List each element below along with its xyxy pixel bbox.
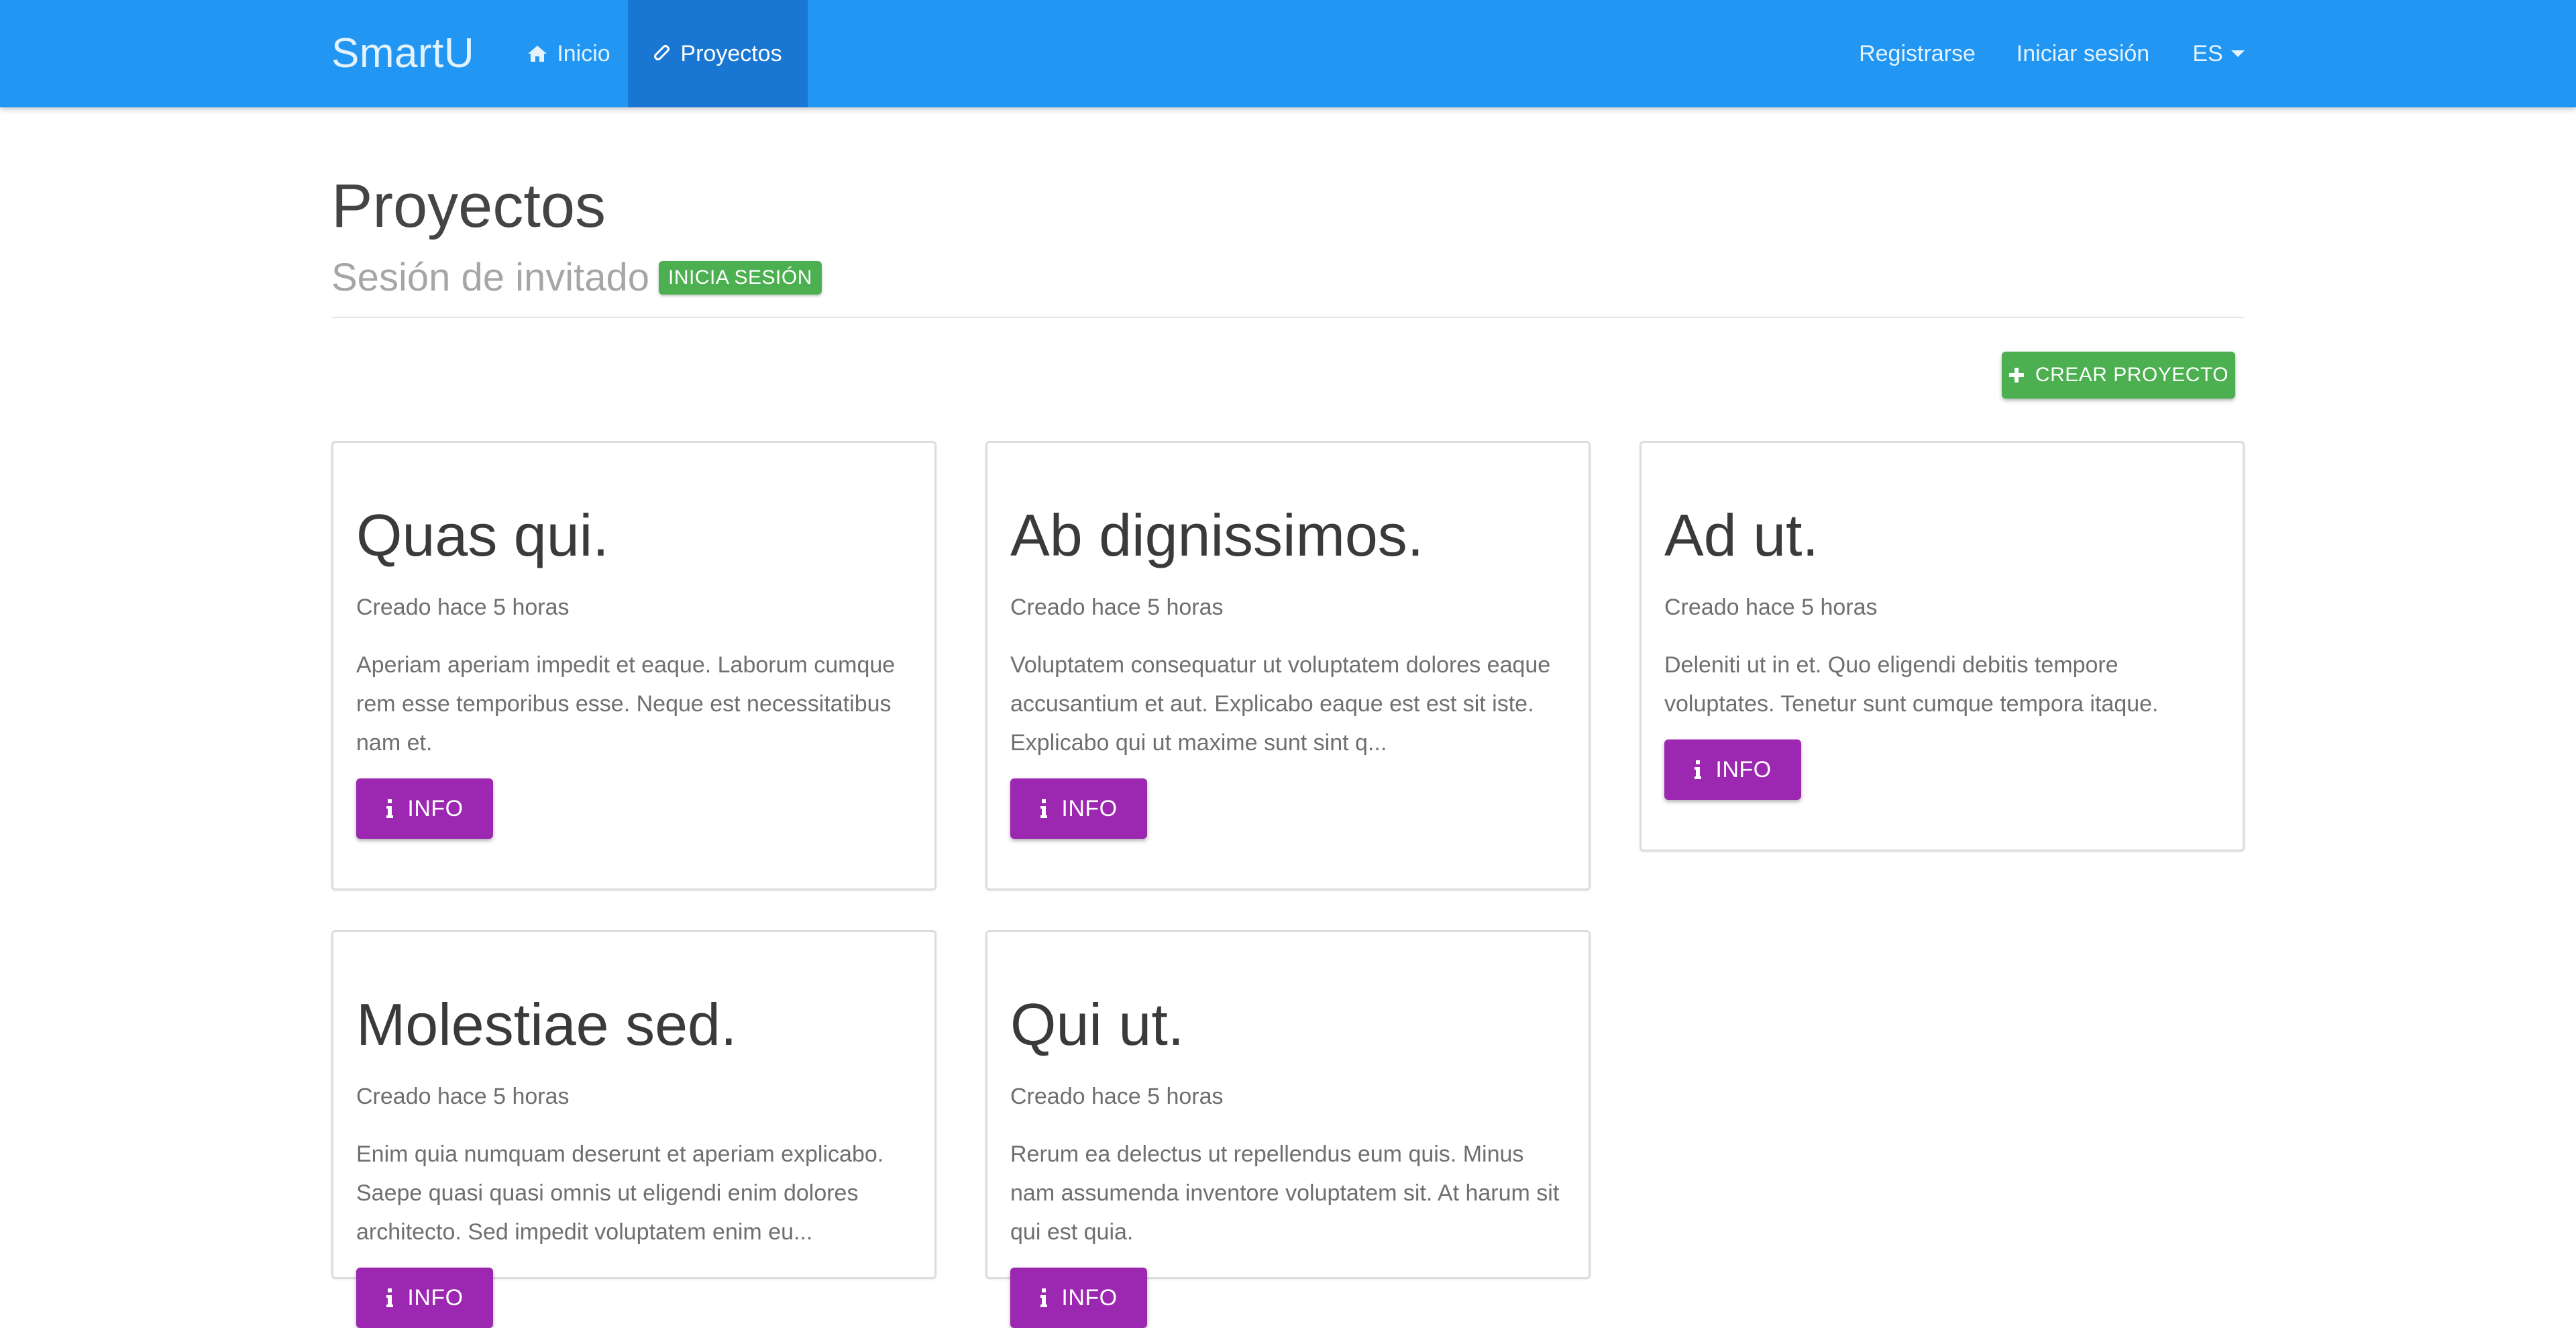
project-title: Ad ut. bbox=[1664, 502, 1819, 568]
create-project-button[interactable]: CREAR PROYECTO bbox=[2002, 352, 2235, 399]
project-info-button[interactable]: INFO bbox=[1010, 778, 1147, 839]
project-description: Voluptatem consequatur ut voluptatem dol… bbox=[1010, 652, 1551, 756]
project-info-button[interactable]: INFO bbox=[1010, 1268, 1147, 1328]
nav-item-proyectos-label: Proyectos bbox=[680, 40, 782, 66]
nav-item-inicio-label: Inicio bbox=[557, 40, 610, 66]
project-created: Creado hace 5 horas bbox=[1010, 595, 1224, 620]
project-title: Qui ut. bbox=[1010, 991, 1185, 1058]
create-project-label: CREAR PROYECTO bbox=[2035, 364, 2229, 386]
info-icon bbox=[1694, 760, 1702, 779]
info-label: INFO bbox=[407, 795, 464, 821]
project-title: Quas qui. bbox=[356, 502, 609, 568]
project-created: Creado hace 5 horas bbox=[1010, 1084, 1224, 1109]
header-divider bbox=[331, 317, 2245, 318]
project-info-button[interactable]: INFO bbox=[356, 778, 493, 839]
nav-registrarse-link[interactable]: Registrarse bbox=[1843, 0, 1991, 107]
project-info-button[interactable]: INFO bbox=[356, 1268, 493, 1328]
home-icon bbox=[527, 44, 547, 63]
info-label: INFO bbox=[407, 1284, 464, 1311]
page-subtitle: Sesión de invitado INICIA SESIÓN bbox=[331, 251, 822, 305]
nav-item-proyectos[interactable]: Proyectos bbox=[628, 0, 808, 107]
project-created: Creado hace 5 horas bbox=[356, 1084, 570, 1109]
guest-session-label: Sesión de invitado bbox=[331, 256, 649, 299]
info-label: INFO bbox=[1715, 756, 1772, 782]
plus-icon bbox=[2008, 367, 2025, 383]
project-description: Rerum ea delectus ut repellendus eum qui… bbox=[1010, 1141, 1560, 1245]
project-title: Ab dignissimos. bbox=[1010, 502, 1424, 568]
language-label: ES bbox=[2192, 40, 2223, 66]
project-description: Aperiam aperiam impedit et eaque. Laboru… bbox=[356, 652, 896, 756]
project-card: Quas qui. Creado hace 5 horas Aperiam ap… bbox=[331, 441, 936, 890]
login-badge[interactable]: INICIA SESIÓN bbox=[659, 261, 822, 295]
paperclip-icon bbox=[653, 44, 671, 64]
info-icon bbox=[1040, 799, 1048, 818]
project-card: Molestiae sed. Creado hace 5 horas Enim … bbox=[331, 930, 936, 1328]
project-card: Ad ut. Creado hace 5 horas Deleniti ut i… bbox=[1640, 441, 2245, 852]
project-description: Deleniti ut in et. Quo eligendi debitis … bbox=[1664, 652, 2159, 717]
project-card: Qui ut. Creado hace 5 horas Rerum ea del… bbox=[985, 930, 1591, 1328]
caret-down-icon bbox=[2231, 50, 2245, 57]
project-title: Molestiae sed. bbox=[356, 991, 737, 1058]
info-label: INFO bbox=[1061, 1284, 1118, 1311]
info-icon bbox=[1040, 1288, 1048, 1307]
language-dropdown[interactable]: ES bbox=[2188, 0, 2249, 107]
project-card: Ab dignissimos. Creado hace 5 horas Volu… bbox=[985, 441, 1591, 890]
page-title: Proyectos bbox=[331, 172, 606, 240]
project-created: Creado hace 5 horas bbox=[1664, 595, 1878, 620]
project-info-button[interactable]: INFO bbox=[1664, 739, 1801, 800]
nav-iniciar-sesion-link[interactable]: Iniciar sesión bbox=[2006, 0, 2160, 107]
info-label: INFO bbox=[1061, 795, 1118, 821]
brand-logo[interactable]: SmartU bbox=[331, 30, 474, 78]
navbar: SmartU Inicio Proyectos Registrarse Inic… bbox=[0, 0, 2576, 107]
info-icon bbox=[386, 1288, 394, 1307]
project-description: Enim quia numquam deserunt et aperiam ex… bbox=[356, 1141, 884, 1245]
nav-item-inicio[interactable]: Inicio bbox=[510, 0, 628, 107]
info-icon bbox=[386, 799, 394, 818]
project-created: Creado hace 5 horas bbox=[356, 595, 570, 620]
